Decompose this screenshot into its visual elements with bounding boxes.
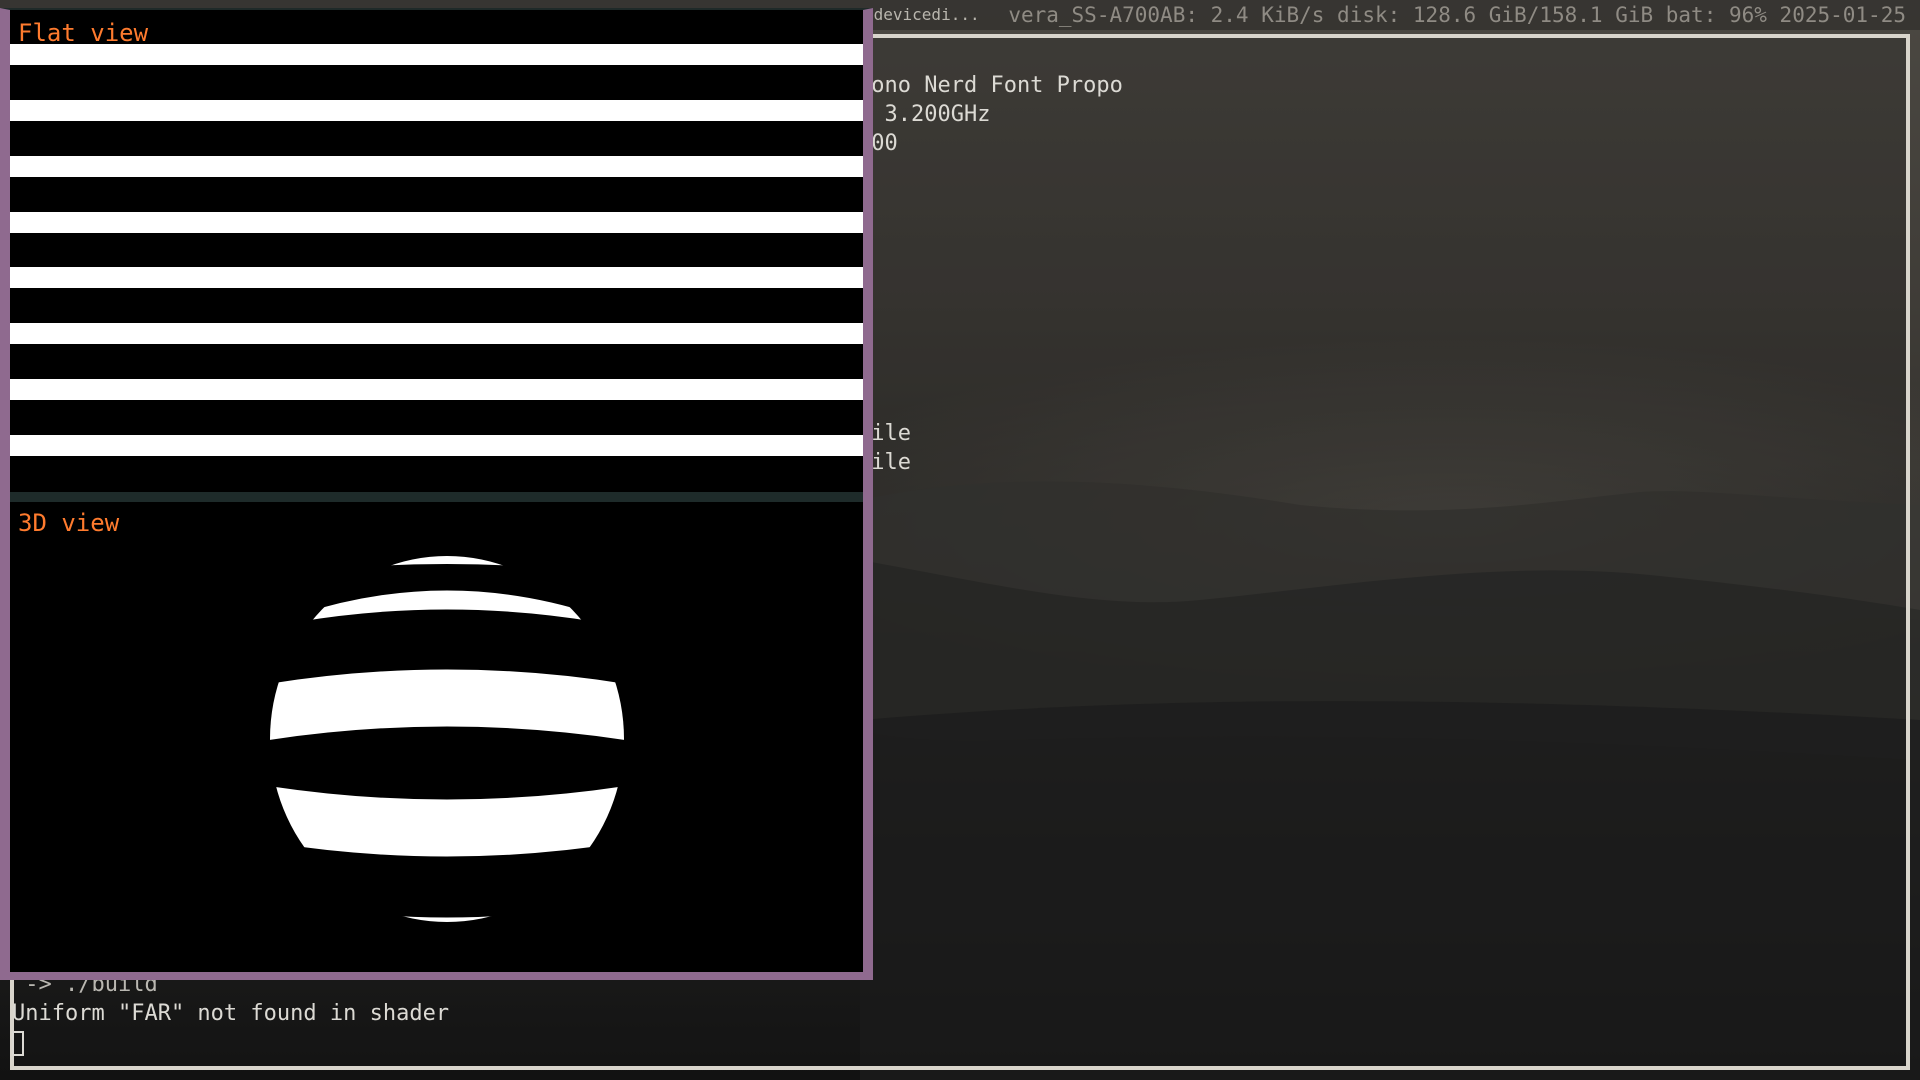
flat-view-panel: Flat view bbox=[10, 10, 863, 492]
terminal-line: Mono Nerd Font Propo bbox=[858, 73, 1123, 98]
terminal-cursor bbox=[12, 1031, 24, 1056]
shader-app-window[interactable]: Flat view 3D view bbox=[0, 8, 873, 980]
flat-stripe bbox=[10, 44, 863, 65]
striped-sphere bbox=[270, 556, 624, 922]
system-status: vera_SS-A700AB: 2.4 KiB/s disk: 128.6 Gi… bbox=[1008, 3, 1906, 27]
terminal-error-message: Uniform "FAR" not found in shader bbox=[12, 1001, 450, 1026]
3d-view-panel: 3D view bbox=[10, 502, 863, 972]
flat-stripe bbox=[10, 379, 863, 400]
flat-stripe bbox=[10, 100, 863, 121]
flat-view-label: Flat view bbox=[18, 19, 149, 47]
panel-separator bbox=[10, 492, 863, 502]
flat-stripe bbox=[10, 323, 863, 344]
flat-stripe bbox=[10, 212, 863, 233]
flat-stripe bbox=[10, 156, 863, 177]
taskbar-window-other[interactable]: idevicedi... bbox=[858, 4, 986, 26]
terminal-line: 0 3.200GHz bbox=[858, 102, 991, 127]
flat-stripe bbox=[10, 267, 863, 288]
flat-stripe bbox=[10, 435, 863, 456]
